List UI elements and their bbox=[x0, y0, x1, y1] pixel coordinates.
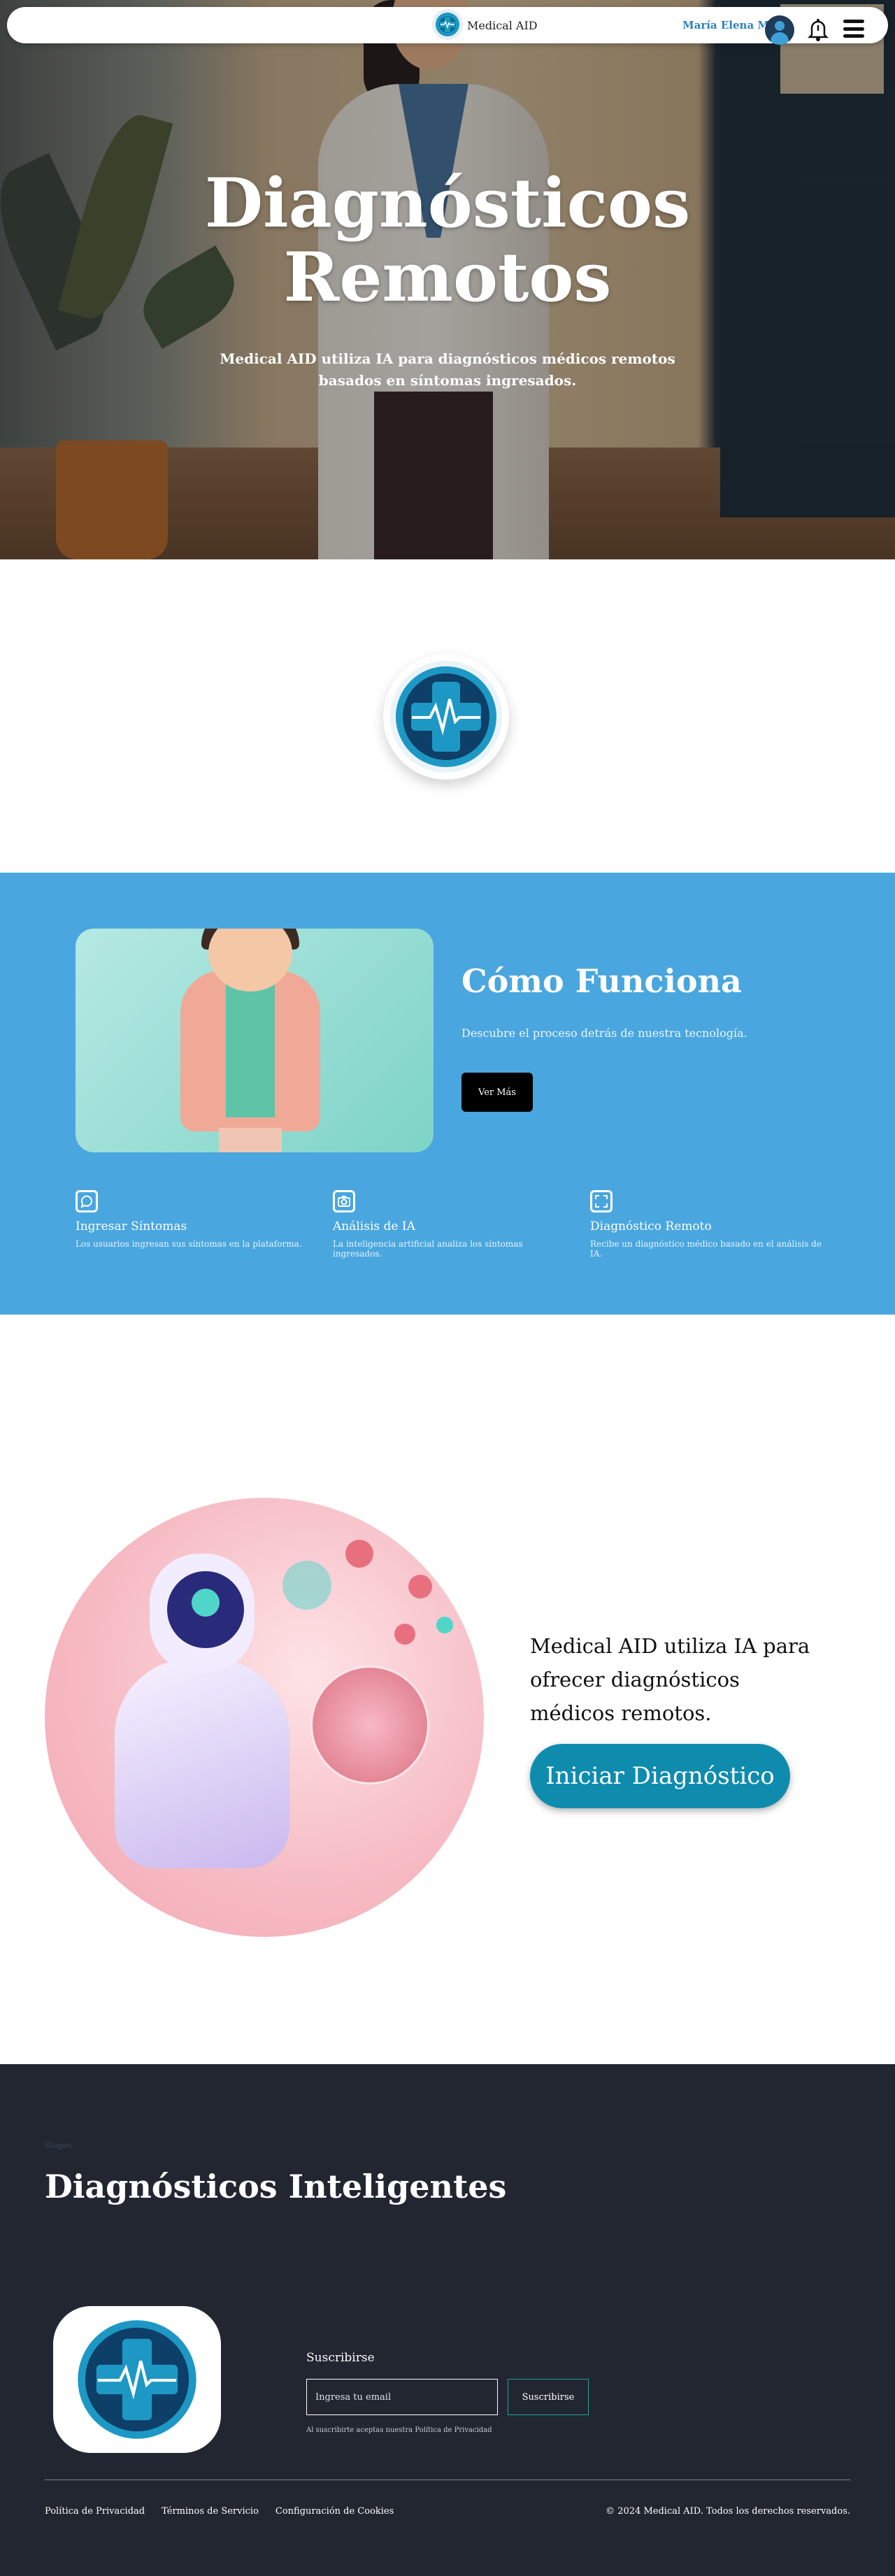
brand[interactable]: Medical AID bbox=[432, 9, 538, 40]
subscribe-button[interactable]: Suscribirse bbox=[508, 2379, 589, 2415]
copyright: © 2024 Medical AID. Todos los derechos r… bbox=[606, 2506, 850, 2517]
subscribe-label: Suscribirse bbox=[306, 2351, 375, 2365]
nurse-illustration bbox=[76, 929, 434, 1152]
medical-cross-logo-icon bbox=[390, 661, 502, 773]
how-title: Cómo Funciona bbox=[461, 962, 742, 1000]
feature-title: Diagnóstico Remoto bbox=[590, 1219, 712, 1233]
feature-title: Análisis de IA bbox=[333, 1219, 415, 1233]
notification-bell-icon[interactable] bbox=[804, 15, 832, 43]
how-description: Descubre el proceso detrás de nuestra te… bbox=[461, 1026, 747, 1040]
app-logo-icon bbox=[53, 2306, 221, 2453]
user-avatar-icon[interactable] bbox=[765, 15, 794, 45]
footer-title: Diagnósticos Inteligentes bbox=[45, 2168, 507, 2205]
hamburger-menu-icon[interactable] bbox=[843, 20, 864, 38]
expand-icon bbox=[590, 1190, 613, 1212]
how-it-works-section: Cómo Funciona Descubre el proceso detrás… bbox=[0, 873, 895, 1315]
hero-subtitle: Medical AID utiliza IA para diagnósticos… bbox=[220, 350, 675, 389]
brand-name: Medical AID bbox=[467, 18, 538, 32]
ai-diagnosis-section: Medical AID utiliza IA para ofrecer diag… bbox=[0, 1315, 895, 2064]
feature-text: Los usuarios ingresan sus síntomas en la… bbox=[76, 1239, 302, 1249]
feature-text: La inteligencia artificial analiza los s… bbox=[333, 1239, 523, 1259]
start-diagnosis-button[interactable]: Iniciar Diagnóstico bbox=[530, 1744, 790, 1808]
privacy-policy-link[interactable]: Política de Privacidad bbox=[45, 2506, 145, 2517]
cookie-settings-link[interactable]: Configuración de Cookies bbox=[275, 2506, 394, 2517]
chat-icon bbox=[76, 1190, 98, 1212]
hero-title: Diagnósticos Remotos bbox=[0, 166, 895, 315]
terms-of-service-link[interactable]: Términos de Servicio bbox=[162, 2506, 259, 2517]
footer: Slogan Diagnósticos Inteligentes Suscrib… bbox=[0, 2064, 895, 2576]
feature-item: Análisis de IA La inteligencia artificia… bbox=[333, 1190, 571, 1259]
robot-illustration bbox=[45, 1498, 484, 1937]
hero-section: Diagnósticos Remotos Medical AID utiliza … bbox=[0, 0, 895, 559]
feature-title: Ingresar Síntomas bbox=[76, 1219, 187, 1233]
feature-item: Diagnóstico Remoto Recibe un diagnóstico… bbox=[590, 1190, 828, 1259]
footer-links: Política de Privacidad Términos de Servi… bbox=[45, 2506, 394, 2517]
feature-item: Ingresar Síntomas Los usuarios ingresan … bbox=[76, 1190, 313, 1249]
user-name[interactable]: María Elena M bbox=[682, 19, 769, 31]
privacy-notice: Al suscribirte aceptas nuestra Política … bbox=[306, 2426, 492, 2434]
see-more-button[interactable]: Ver Más bbox=[461, 1073, 533, 1112]
email-input[interactable] bbox=[306, 2379, 498, 2415]
medical-aid-logo bbox=[383, 654, 509, 780]
hero-title-line1: Diagnósticos bbox=[204, 164, 691, 243]
footer-eyebrow: Slogan bbox=[45, 2141, 72, 2150]
camera-icon bbox=[333, 1190, 355, 1212]
hero-title-line2: Remotos bbox=[283, 238, 612, 317]
ai-description: Medical AID utiliza IA para ofrecer diag… bbox=[530, 1634, 810, 1725]
top-navbar: Medical AID María Elena M bbox=[7, 7, 888, 45]
brand-logo-icon bbox=[432, 9, 463, 40]
feature-text: Recibe un diagnóstico médico basado en e… bbox=[590, 1239, 822, 1259]
